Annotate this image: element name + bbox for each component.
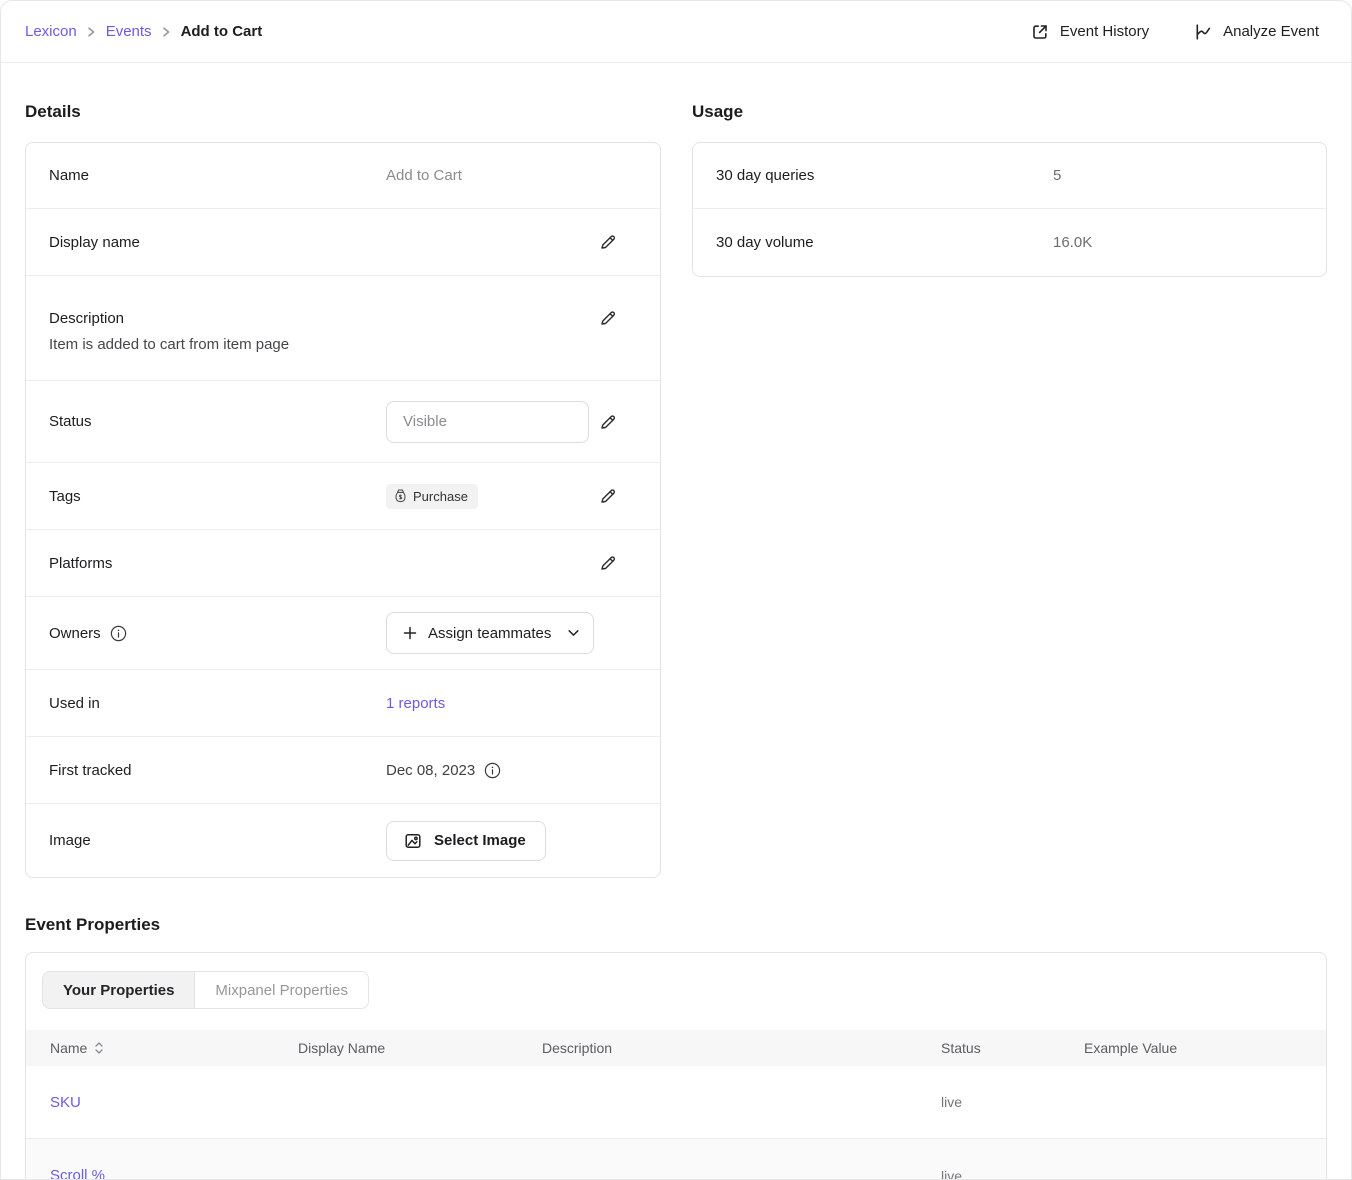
analyze-event-button[interactable]: Analyze Event [1193,22,1319,42]
tag-label: Purchase [413,489,468,504]
chevron-right-icon [162,27,171,37]
property-status: live [941,1168,1084,1180]
detail-row-first-tracked: First tracked Dec 08, 2023 [26,737,660,804]
name-value: Add to Cart [386,167,462,184]
pencil-icon [598,232,618,252]
event-history-button[interactable]: Event History [1030,22,1149,42]
tags-label: Tags [49,488,386,505]
display-name-label: Display name [49,234,386,251]
info-icon[interactable] [110,625,127,642]
first-tracked-value: Dec 08, 2023 [386,762,475,779]
tag-chip-purchase: Purchase [386,484,478,509]
description-label: Description [49,310,386,327]
pencil-icon [598,486,618,506]
description-value: Item is added to cart from item page [49,336,618,353]
detail-row-display-name: Display name [26,209,660,276]
column-header-display-name: Display Name [298,1040,542,1056]
property-name-link[interactable]: SKU [50,1094,298,1111]
header-actions: Event History Analyze Event [1030,22,1319,42]
event-properties-heading: Event Properties [25,914,1327,936]
table-row-scroll[interactable]: Scroll % live [26,1139,1326,1180]
detail-row-name: Name Add to Cart [26,143,660,209]
tab-your-properties[interactable]: Your Properties [43,972,194,1008]
edit-description-button[interactable] [598,308,618,328]
chevron-right-icon [87,27,96,37]
detail-row-description: Description Item is added to ca [26,276,660,381]
volume-label: 30 day volume [716,234,1053,251]
first-tracked-label: First tracked [49,762,386,779]
table-row-sku[interactable]: SKU live [26,1066,1326,1139]
detail-row-image: Image Select Image [26,804,660,877]
used-in-label: Used in [49,695,386,712]
money-bag-icon [394,489,407,503]
pencil-icon [598,412,618,432]
image-label: Image [49,832,386,849]
assign-teammates-label: Assign teammates [428,625,551,642]
edit-platforms-button[interactable] [598,553,618,573]
detail-row-owners: Owners [26,597,660,670]
top-bar: Lexicon Events Add to Cart Event Hist [1,1,1351,63]
column-header-example-value: Example Value [1084,1040,1326,1056]
edit-display-name-button[interactable] [598,232,618,252]
details-card: Name Add to Cart Display name [25,142,661,878]
platforms-label: Platforms [49,555,386,572]
owners-label: Owners [49,625,101,642]
breadcrumb: Lexicon Events Add to Cart [25,23,262,40]
column-header-name[interactable]: Name [50,1040,298,1056]
edit-status-button[interactable] [598,412,618,432]
lexicon-event-detail-page: Lexicon Events Add to Cart Event Hist [0,0,1352,1180]
status-label: Status [49,413,386,430]
volume-value: 16.0K [1053,234,1092,251]
select-image-label: Select Image [434,832,526,849]
select-image-button[interactable]: Select Image [386,821,546,861]
property-status: live [941,1094,1084,1110]
main-content: Details Name Add to Cart Display name [1,63,1351,1180]
event-history-label: Event History [1060,23,1149,40]
breadcrumb-current-event: Add to Cart [181,23,263,40]
used-in-reports-link[interactable]: 1 reports [386,695,445,712]
column-header-description: Description [542,1040,941,1056]
event-properties-card: Your Properties Mixpanel Properties Name [25,952,1327,1180]
detail-row-used-in: Used in 1 reports [26,670,660,737]
assign-teammates-button[interactable]: Assign teammates [386,612,594,654]
detail-row-tags: Tags Purchase [26,463,660,530]
edit-tags-button[interactable] [598,486,618,506]
plus-icon [402,625,418,641]
queries-label: 30 day queries [716,167,1053,184]
usage-row-queries: 30 day queries 5 [693,143,1326,209]
properties-table-header: Name Display Name Description Status Exa… [26,1030,1326,1066]
status-select[interactable]: Visible [386,401,589,443]
tab-mixpanel-properties[interactable]: Mixpanel Properties [194,972,368,1008]
detail-row-status: Status Visible [26,381,660,463]
usage-card: 30 day queries 5 30 day volume 16.0K [692,142,1327,277]
usage-row-volume: 30 day volume 16.0K [693,209,1326,276]
queries-value: 5 [1053,167,1061,184]
chevron-down-icon [568,629,579,637]
column-header-status: Status [941,1040,1084,1056]
external-link-icon [1030,22,1050,42]
detail-row-platforms: Platforms [26,530,660,597]
name-label: Name [49,167,386,184]
breadcrumb-lexicon[interactable]: Lexicon [25,23,77,40]
image-icon [403,831,423,851]
info-icon[interactable] [484,762,501,779]
properties-tab-group: Your Properties Mixpanel Properties [42,971,369,1009]
property-name-link[interactable]: Scroll % [50,1167,298,1180]
usage-heading: Usage [692,101,1327,123]
details-heading: Details [25,101,661,123]
analyze-event-label: Analyze Event [1223,23,1319,40]
breadcrumb-events[interactable]: Events [106,23,152,40]
properties-table: Name Display Name Description Status Exa… [26,1030,1326,1180]
sort-icon [94,1041,104,1055]
pencil-icon [598,553,618,573]
pencil-icon [598,308,618,328]
line-chart-icon [1193,22,1213,42]
